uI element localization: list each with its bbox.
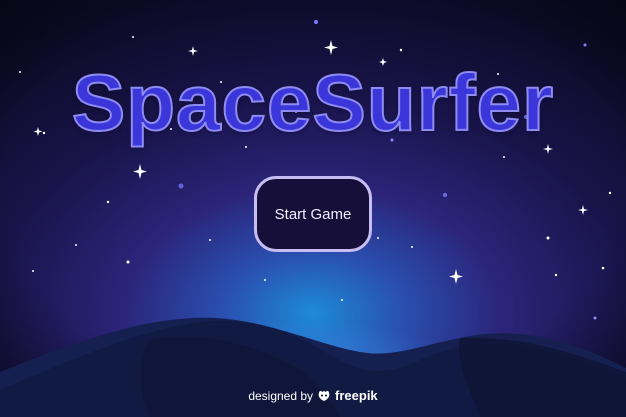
start-game-button[interactable]: Start Game <box>254 176 372 252</box>
freepik-logo-icon <box>318 390 330 401</box>
designer-credit[interactable]: designed by freepik <box>0 388 626 403</box>
game-title: SpaceSurfer <box>71 57 555 148</box>
credit-brand: freepik <box>335 388 378 403</box>
game-screen: SpaceSurfer Start Game designed by freep… <box>0 0 626 417</box>
credit-prefix: designed by <box>248 388 314 403</box>
